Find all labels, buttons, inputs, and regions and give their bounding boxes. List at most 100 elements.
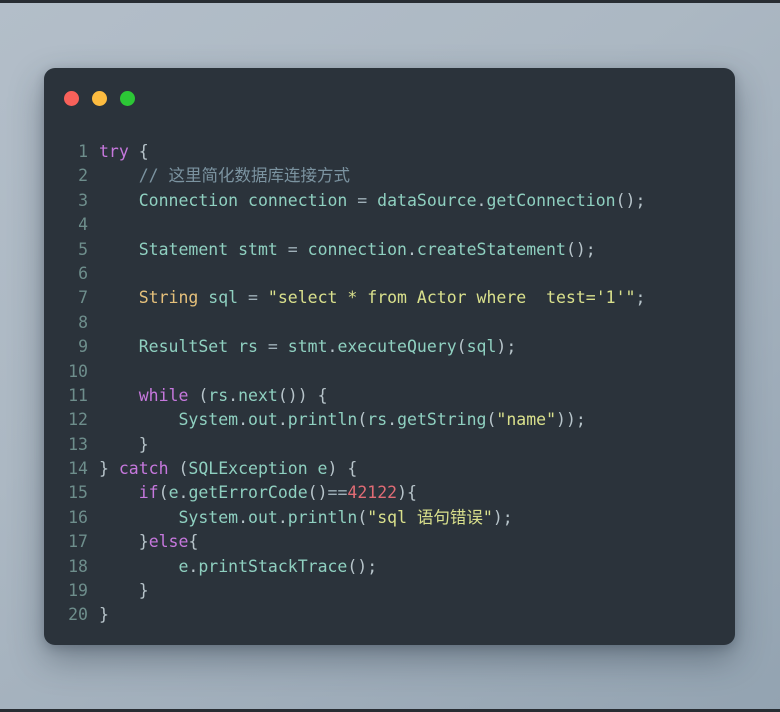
line-number: 13 (68, 434, 88, 454)
line-content: Statement stmt = connection.createStatem… (99, 240, 596, 259)
token-punct: ) { (327, 459, 358, 479)
token-ident: printStackTrace (198, 556, 348, 576)
token-ident: out (248, 410, 278, 430)
token-str: "name" (496, 410, 557, 430)
token-op: = (267, 337, 278, 357)
line-number: 3 (78, 190, 88, 210)
token-punct: ( (357, 507, 368, 527)
line-number: 19 (68, 581, 88, 601)
token-ident: e (168, 483, 179, 503)
token-punct: (); (615, 190, 646, 210)
line-content: System.out.println(rs.getString("name"))… (99, 410, 585, 430)
token-punct: { (138, 142, 149, 161)
token-type: String (138, 288, 199, 308)
code-line: 7 String sql = "select * from Actor wher… (44, 286, 735, 310)
line-number: 1 (78, 142, 88, 161)
token-punct: ){ (397, 483, 417, 503)
line-content: // 这里简化数据库连接方式 (99, 166, 350, 185)
code-line: 14} catch (SQLException e) { (44, 457, 735, 481)
token-punct: . (277, 410, 288, 430)
token-ident: rs (367, 410, 388, 430)
code-line: 2 // 这里简化数据库连接方式 (44, 164, 735, 188)
token-punct: } (99, 459, 119, 479)
line-number: 4 (78, 215, 88, 235)
token-ident: executeQuery (337, 337, 457, 357)
code-editor-body[interactable]: 1 try {2 // 这里简化数据库连接方式 3 Connection conne… (44, 140, 735, 628)
line-content: } catch (SQLException e) { (99, 459, 357, 478)
token-punct: (); (565, 239, 596, 259)
token-ident: SQLException e (188, 459, 328, 479)
line-number: 11 (68, 385, 88, 405)
token-ident: getString (397, 410, 487, 430)
close-button[interactable] (64, 91, 79, 106)
code-line: 19 } (44, 579, 735, 603)
code-line: 10 (44, 360, 735, 384)
token-punct: ); (492, 507, 513, 527)
line-content: String sql = "select * from Actor where … (99, 288, 646, 308)
line-number: 15 (68, 483, 88, 503)
line-content: System.out.println("sql 语句错误"); (99, 507, 513, 527)
token-punct: . (277, 507, 288, 527)
token-ident: System (178, 410, 239, 430)
line-number: 18 (68, 556, 88, 576)
token-kw: try (99, 142, 129, 161)
token-punct: } (138, 581, 149, 601)
top-edge-strip (0, 0, 780, 3)
line-number: 16 (68, 507, 88, 527)
line-content: }else{ (99, 532, 199, 552)
token-op: == (327, 483, 348, 503)
token-punct: . (406, 239, 417, 259)
token-punct: } (138, 532, 149, 552)
code-line: 13 } (44, 433, 735, 457)
code-line: 4 (44, 213, 735, 237)
line-number: 9 (78, 337, 88, 357)
token-punct: (); (347, 556, 378, 576)
code-line: 16 System.out.println("sql 语句错误"); (44, 506, 735, 530)
line-number: 8 (78, 312, 88, 332)
token-ident: Statement stmt (138, 239, 288, 259)
line-number: 10 (68, 361, 88, 381)
token-punct: . (476, 190, 487, 210)
token-punct: ( (357, 410, 368, 430)
token-punct: } (138, 434, 149, 454)
token-punct: . (387, 410, 398, 430)
line-number: 12 (68, 410, 88, 430)
code-line: 17 }else{ (44, 530, 735, 554)
token-ident: System (178, 507, 239, 527)
code-line: 1 try { (44, 140, 735, 164)
token-ident: sql (208, 288, 239, 308)
token-ident: connection (297, 239, 407, 259)
token-ident: sql (466, 337, 497, 357)
minimize-button[interactable] (92, 91, 107, 106)
token-punct: ( (198, 385, 209, 405)
token-kw: else (148, 532, 189, 552)
code-line: 12 System.out.println(rs.getString("name… (44, 408, 735, 432)
line-content: e.printStackTrace(); (99, 557, 377, 576)
token-punct: ( (178, 459, 189, 479)
token-ident: println (287, 507, 358, 527)
line-number: 2 (78, 166, 88, 186)
window-title-bar (44, 68, 735, 130)
line-number: 5 (78, 239, 88, 259)
maximize-button[interactable] (120, 91, 135, 106)
line-number: 7 (78, 288, 88, 308)
line-content: } (99, 435, 149, 454)
token-ident: createStatement (416, 239, 566, 259)
token-op: = (287, 239, 298, 259)
token-punct: . (238, 410, 249, 430)
